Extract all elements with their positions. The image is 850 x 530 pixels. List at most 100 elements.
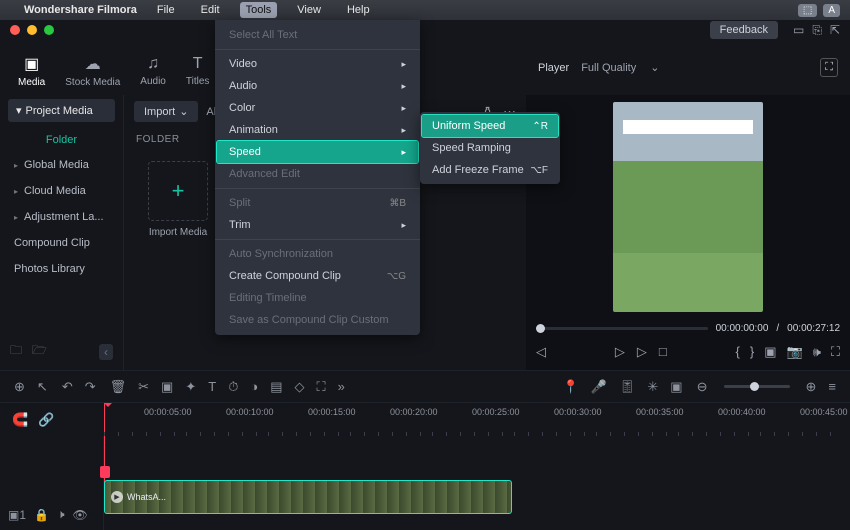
mark-out-icon[interactable]: } xyxy=(750,344,754,360)
preview-scrubber[interactable] xyxy=(536,327,708,330)
folder-alt-icon[interactable]: 🗁 xyxy=(32,341,47,362)
ruler-mark: 00:00:10:00 xyxy=(226,407,274,417)
color-icon[interactable]: ◑ xyxy=(250,379,258,394)
menu-tools[interactable]: Tools xyxy=(240,2,278,18)
tab-media[interactable]: ▣Media xyxy=(18,54,45,88)
minimize-icon[interactable] xyxy=(27,25,37,35)
mic-icon[interactable]: 🎤 xyxy=(591,379,607,395)
menu-audio[interactable]: Audio▸ xyxy=(215,75,420,97)
link-icon[interactable]: 🔗 xyxy=(38,412,54,428)
menu-trim[interactable]: Trim▸ xyxy=(215,214,420,236)
crop-icon[interactable]: ▣ xyxy=(764,344,776,360)
step-button[interactable]: ▷ xyxy=(637,344,647,360)
play-button[interactable]: ▷ xyxy=(615,344,625,360)
sidebar-item-compound[interactable]: Compound Clip xyxy=(0,230,123,256)
mixer-icon[interactable]: 🎚 xyxy=(619,379,636,395)
tool-pointer-icon[interactable]: ⊕ xyxy=(14,379,25,395)
menu-video[interactable]: Video▸ xyxy=(215,53,420,75)
feedback-button[interactable]: Feedback xyxy=(710,21,778,39)
lock-icon[interactable]: 🔒 xyxy=(34,508,49,522)
zoom-in-icon[interactable]: ⊕ xyxy=(806,379,817,395)
marker-icon[interactable]: 📍 xyxy=(563,379,579,395)
mask-icon[interactable]: ▤ xyxy=(270,379,282,395)
mark-in-icon[interactable]: { xyxy=(736,344,740,360)
speed-icon[interactable]: ⏱ xyxy=(228,379,238,395)
menu-save-compound: Save as Compound Clip Custom xyxy=(215,309,420,331)
maximize-icon[interactable] xyxy=(44,25,54,35)
menu-file[interactable]: File xyxy=(151,2,181,18)
video-frame[interactable] xyxy=(526,95,850,319)
menu-select-all: Select All Text xyxy=(215,24,420,46)
collapse-sidebar-button[interactable]: ‹ xyxy=(99,344,113,360)
fullscreen-icon[interactable]: ⛶ xyxy=(831,344,840,360)
shop-icon[interactable]: ⬚ xyxy=(798,4,817,17)
clip-start-handle[interactable] xyxy=(100,466,110,478)
redo-icon[interactable]: ↷ xyxy=(85,379,96,395)
sidebar-project[interactable]: ▾Project Media xyxy=(8,99,115,122)
menu-help[interactable]: Help xyxy=(341,2,376,18)
adjust-icon[interactable]: ✦ xyxy=(185,379,196,395)
timeline-toolbar: ⊕ ↖ ↶ ↷ 🗑 ✂ ▣ ✦ T ⏱ ◑ ▤ ◇ ⛶ » 📍 🎤 🎚 ✳ ▣ … xyxy=(0,370,850,402)
a-icon[interactable]: A xyxy=(823,4,840,17)
menu-animation[interactable]: Animation▸ xyxy=(215,119,420,141)
visibility-icon[interactable]: 👁 xyxy=(73,508,88,522)
ruler-mark: 00:00:20:00 xyxy=(390,407,438,417)
zoom-out-icon[interactable]: ⊖ xyxy=(697,379,708,395)
render-icon[interactable]: ▣ xyxy=(670,379,682,395)
text-icon[interactable]: T xyxy=(208,379,216,394)
track-lane[interactable]: ▶ WhatsA... xyxy=(104,436,850,530)
tab-audio[interactable]: ♫Audio xyxy=(140,55,166,87)
stock-icon: ☁ xyxy=(85,54,101,74)
stop-button[interactable]: □ xyxy=(659,344,667,360)
prev-frame-button[interactable]: ◁ xyxy=(536,344,546,360)
menu-speed-ramping[interactable]: Speed Ramping xyxy=(420,137,560,159)
snapshot-button[interactable]: ⛶ xyxy=(820,58,838,77)
export-icon[interactable]: ⇱ xyxy=(830,23,840,38)
new-folder-icon[interactable]: 🗀 xyxy=(10,341,22,362)
menu-speed[interactable]: Speed▸ xyxy=(217,141,418,163)
sidebar-item-cloud[interactable]: ▸Cloud Media xyxy=(0,178,123,204)
ruler-mark: 00:00:15:00 xyxy=(308,407,356,417)
save-icon[interactable]: ⎘ xyxy=(812,23,822,38)
import-button[interactable]: Import⌄ xyxy=(134,101,198,122)
undo-icon[interactable]: ↶ xyxy=(62,379,73,395)
track-badge[interactable]: ▣1 xyxy=(8,508,26,522)
menu-create-compound[interactable]: Create Compound Clip⌥G xyxy=(215,265,420,287)
tab-titles[interactable]: TTitles xyxy=(186,55,210,87)
import-media-tile[interactable]: + Import Media xyxy=(138,161,218,238)
magnet-icon[interactable]: 🧲 xyxy=(12,412,28,428)
sidebar-item-adjustment[interactable]: ▸Adjustment La... xyxy=(0,204,123,230)
menu-color[interactable]: Color▸ xyxy=(215,97,420,119)
tab-stock[interactable]: ☁Stock Media xyxy=(65,54,120,88)
chevron-right-icon: ▸ xyxy=(401,125,406,136)
close-icon[interactable] xyxy=(10,25,20,35)
layout-toggle-icon[interactable]: ≡ xyxy=(828,379,836,394)
volume-icon[interactable]: 🕪 xyxy=(813,344,821,360)
delete-icon[interactable]: 🗑 xyxy=(110,379,127,395)
crop-tool-icon[interactable]: ▣ xyxy=(161,379,173,395)
ruler-mark: 00:00:40:00 xyxy=(718,407,766,417)
mute-icon[interactable]: 🕨 xyxy=(57,507,65,522)
beat-icon[interactable]: ✳ xyxy=(647,379,658,395)
menu-edit[interactable]: Edit xyxy=(195,2,226,18)
more-tools-icon[interactable]: » xyxy=(338,379,345,394)
folder-label[interactable]: Folder xyxy=(0,126,123,152)
menu-add-freeze[interactable]: Add Freeze Frame⌥F xyxy=(420,159,560,181)
transform-icon[interactable]: ⛶ xyxy=(317,379,326,395)
tool-select-icon[interactable]: ↖ xyxy=(37,379,48,395)
menu-view[interactable]: View xyxy=(291,2,327,18)
menu-uniform-speed[interactable]: Uniform Speed⌃R xyxy=(422,115,558,137)
video-clip[interactable]: ▶ WhatsA... xyxy=(104,480,512,514)
keyframe-icon[interactable]: ◇ xyxy=(295,379,305,395)
chevron-down-icon: ⌄ xyxy=(179,105,188,118)
audio-icon: ♫ xyxy=(147,55,159,73)
sidebar-item-photos[interactable]: Photos Library xyxy=(0,256,123,282)
menu-advanced-edit: Advanced Edit xyxy=(215,163,420,185)
snapshot-icon[interactable]: 📷 xyxy=(787,344,803,360)
sidebar-item-global[interactable]: ▸Global Media xyxy=(0,152,123,178)
zoom-slider[interactable] xyxy=(724,385,790,388)
cut-icon[interactable]: ✂ xyxy=(138,379,149,395)
layout-icon[interactable]: ▭ xyxy=(793,23,804,38)
quality-select[interactable]: Full Quality⌄ xyxy=(581,61,659,74)
timeline-ruler[interactable]: 🧲 🔗 00:00:05:0000:00:10:0000:00:15:0000:… xyxy=(0,402,850,436)
